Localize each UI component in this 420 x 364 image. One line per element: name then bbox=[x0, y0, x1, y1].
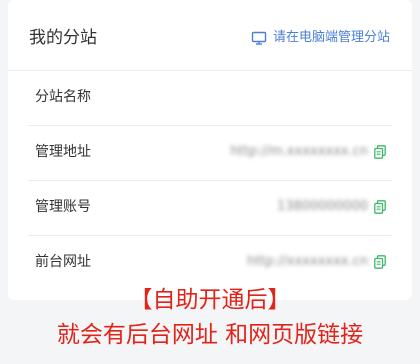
row-label: 管理地址 bbox=[35, 144, 91, 160]
row-admin-url: 管理地址 http://m.xxxxxxxx.cn bbox=[28, 125, 392, 181]
row-frontend-url: 前台网址 http://xxxxxxxx.cn bbox=[28, 235, 392, 290]
row-value: http://m.xxxxxxxx.cn bbox=[230, 144, 368, 159]
copy-icon[interactable] bbox=[374, 199, 386, 214]
manage-on-pc-link[interactable]: 请在电脑端管理分站 bbox=[251, 28, 390, 48]
copy-icon[interactable] bbox=[374, 254, 386, 269]
row-substation-name: 分站名称 bbox=[28, 70, 392, 126]
row-value: http://xxxxxxxx.cn bbox=[247, 254, 368, 269]
caption-line-2: 就会有后台网址 和网页版链接 bbox=[56, 322, 364, 348]
substation-card: 我的分站 请在电脑端管理分站 分站名称 管理地址 http://m.xxxxxx… bbox=[8, 0, 412, 300]
row-label: 管理账号 bbox=[35, 199, 91, 215]
card-header: 我的分站 请在电脑端管理分站 bbox=[8, 0, 412, 71]
monitor-icon bbox=[251, 30, 267, 46]
copy-icon[interactable] bbox=[374, 144, 386, 159]
row-label: 前台网址 bbox=[35, 254, 91, 270]
row-label: 分站名称 bbox=[35, 89, 91, 105]
row-value: 13800000000 bbox=[277, 199, 368, 214]
caption-line-1: 【自助开通后】 bbox=[129, 287, 291, 313]
manage-on-pc-label: 请在电脑端管理分站 bbox=[272, 30, 390, 45]
row-admin-account: 管理账号 13800000000 bbox=[28, 180, 392, 236]
card-title: 我的分站 bbox=[29, 28, 97, 48]
